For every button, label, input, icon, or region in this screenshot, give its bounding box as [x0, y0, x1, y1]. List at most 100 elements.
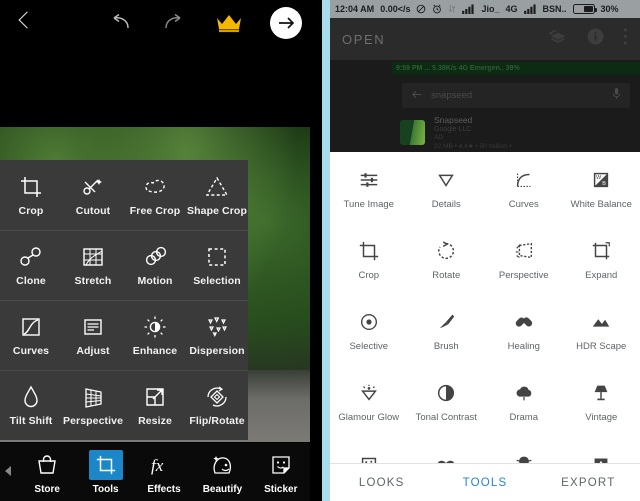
header-actions	[548, 27, 628, 52]
tool-label: Stretch	[74, 275, 112, 287]
tool-enhance[interactable]: Enhance	[124, 300, 186, 370]
tool-tilt-shift[interactable]: Tilt Shift	[0, 370, 62, 440]
snapseed-tool-rotate[interactable]: Rotate	[408, 229, 486, 300]
snapseed-tool-label: Perspective	[498, 270, 549, 281]
nav-item-tools[interactable]: Tools	[76, 449, 134, 495]
info-circle-icon[interactable]	[586, 27, 605, 51]
tonal-contrast-icon	[435, 381, 457, 405]
tool-label: Motion	[137, 275, 173, 287]
snapseed-tool-label: Expand	[585, 270, 618, 281]
white-balance-icon: WB	[590, 168, 612, 192]
glamour-glow-icon	[358, 381, 380, 405]
snapseed-tool-label: Vintage	[585, 412, 618, 423]
tool-flip-rotate[interactable]: Flip/Rotate	[186, 370, 248, 440]
nav-label: Store	[34, 483, 60, 495]
tool-perspective[interactable]: Perspective	[62, 370, 124, 440]
arrow-left-icon[interactable]	[411, 87, 422, 105]
nav-item-beautify[interactable]: Beautify	[193, 450, 251, 495]
snapseed-tool-label: Tonal Contrast	[415, 412, 477, 423]
snapseed-tool-label: Curves	[508, 199, 539, 210]
free-crop-blob-icon	[142, 174, 168, 200]
layers-revert-icon[interactable]	[548, 27, 568, 52]
drama-cloud-icon	[513, 381, 535, 405]
snapseed-tool-vintage[interactable]: Vintage	[563, 371, 640, 442]
snapseed-tool-glamour-glow[interactable]: Glamour Glow	[330, 371, 408, 442]
more-vertical-icon[interactable]	[623, 27, 628, 51]
signal-bars-icon-2	[523, 4, 537, 14]
svg-text:W: W	[596, 175, 602, 181]
snapseed-tool-details[interactable]: Details	[408, 158, 486, 229]
snapseed-tool-label: Brush	[433, 341, 459, 352]
editor-bottom-nav: Store Tools fx Effects Beautify Sticker	[0, 443, 310, 501]
tool-crop[interactable]: Crop	[0, 160, 62, 230]
tool-resize[interactable]: Resize	[124, 370, 186, 440]
tool-label: Curves	[12, 345, 50, 357]
nav-item-store[interactable]: Store	[18, 450, 76, 495]
overlay-app-card[interactable]: Snapseed Google LLC AD 22 MB • 4.4★ • 50…	[392, 114, 630, 150]
tool-motion[interactable]: Motion	[124, 230, 186, 300]
faded-playstore-overlay: 9:59 PM ... 5.38K/s 4G Emergen.. 39% sna…	[330, 60, 640, 152]
tools-overlay-sheet: Crop Cutout Free Crop Shape Crop Clone S…	[0, 160, 248, 440]
snapseed-tool-white-balance[interactable]: WB White Balance	[563, 158, 640, 229]
snapseed-tool-tune-image[interactable]: Tune Image	[330, 158, 408, 229]
clone-circles-icon	[18, 244, 44, 270]
adjust-sliders-icon	[80, 314, 106, 340]
tool-label: Cutout	[75, 204, 111, 217]
nav-label: Sticker	[264, 483, 298, 495]
overlay-search-text: snapseed	[431, 90, 473, 101]
snapseed-tool-healing[interactable]: Healing	[485, 300, 563, 371]
snapseed-tool-expand[interactable]: Expand	[563, 229, 640, 300]
redo-arrow-icon[interactable]	[160, 11, 186, 33]
open-button[interactable]: OPEN	[342, 32, 385, 47]
overlay-search-bar[interactable]: snapseed	[402, 83, 630, 108]
tab-looks[interactable]: LOOKS	[330, 477, 433, 489]
tab-export[interactable]: EXPORT	[537, 477, 640, 489]
tool-shape-crop[interactable]: Shape Crop	[186, 160, 248, 230]
tab-tools[interactable]: TOOLS	[433, 477, 536, 489]
left-photo-editor-panel: Crop Cutout Free Crop Shape Crop Clone S…	[0, 0, 322, 501]
back-chevron-icon[interactable]	[14, 10, 36, 32]
microphone-icon[interactable]	[612, 87, 621, 105]
perspective-grid-icon	[80, 384, 106, 410]
snapseed-tool-label: HDR Scape	[576, 341, 627, 352]
tool-label: Resize	[138, 415, 172, 427]
tilt-shift-drop-icon	[18, 384, 44, 410]
tool-label: Adjust	[76, 345, 110, 357]
tool-stretch[interactable]: Stretch	[62, 230, 124, 300]
snapseed-tool-selective[interactable]: Selective	[330, 300, 408, 371]
stretch-grid-icon	[80, 244, 106, 270]
next-arrow-button[interactable]	[270, 7, 302, 39]
right-snapseed-panel: 12:04 AM 0.00</s Jio_ 4G BSN.. 30% OPEN …	[330, 0, 640, 501]
svg-text:fx: fx	[151, 456, 164, 475]
tool-selection[interactable]: Selection	[186, 230, 248, 300]
snapseed-tool-crop[interactable]: Crop	[330, 229, 408, 300]
nav-item-effects[interactable]: fx Effects	[135, 450, 193, 495]
snapseed-tool-brush[interactable]: Brush	[408, 300, 486, 371]
snapseed-tool-curves[interactable]: Curves	[485, 158, 563, 229]
nav-scroll-left-arrow-icon[interactable]	[5, 466, 11, 476]
battery-fill	[584, 6, 593, 12]
editor-top-bar	[0, 2, 310, 40]
tool-cutout[interactable]: Cutout	[62, 160, 124, 230]
overlay-app-badge: AD	[434, 133, 444, 141]
status-time: 12:04 AM	[335, 4, 375, 14]
snapseed-bottom-tabs: LOOKS TOOLS EXPORT	[330, 463, 640, 501]
snapseed-tool-perspective[interactable]: Perspective	[485, 229, 563, 300]
snapseed-tool-hdr-scape[interactable]: HDR Scape	[563, 300, 640, 371]
snapseed-tool-drama[interactable]: Drama	[485, 371, 563, 442]
crown-icon[interactable]	[214, 10, 244, 34]
overlay-app-developer: Google LLC	[434, 125, 472, 133]
nav-item-sticker[interactable]: Sticker	[252, 450, 310, 495]
undo-arrow-icon[interactable]	[108, 11, 134, 33]
tool-label: Selection	[193, 275, 241, 287]
overlay-app-meta: 22 MB • 4.4★ • 50 million +	[434, 142, 513, 150]
motion-blur-icon	[142, 244, 168, 270]
beautify-face-icon	[205, 450, 239, 480]
tool-clone[interactable]: Clone	[0, 230, 62, 300]
tool-adjust[interactable]: Adjust	[62, 300, 124, 370]
tool-label: Crop	[18, 204, 44, 217]
tool-free-crop[interactable]: Free Crop	[124, 160, 186, 230]
tool-curves[interactable]: Curves	[0, 300, 62, 370]
tool-dispersion[interactable]: Dispersion	[186, 300, 248, 370]
snapseed-tool-tonal-contrast[interactable]: Tonal Contrast	[408, 371, 486, 442]
